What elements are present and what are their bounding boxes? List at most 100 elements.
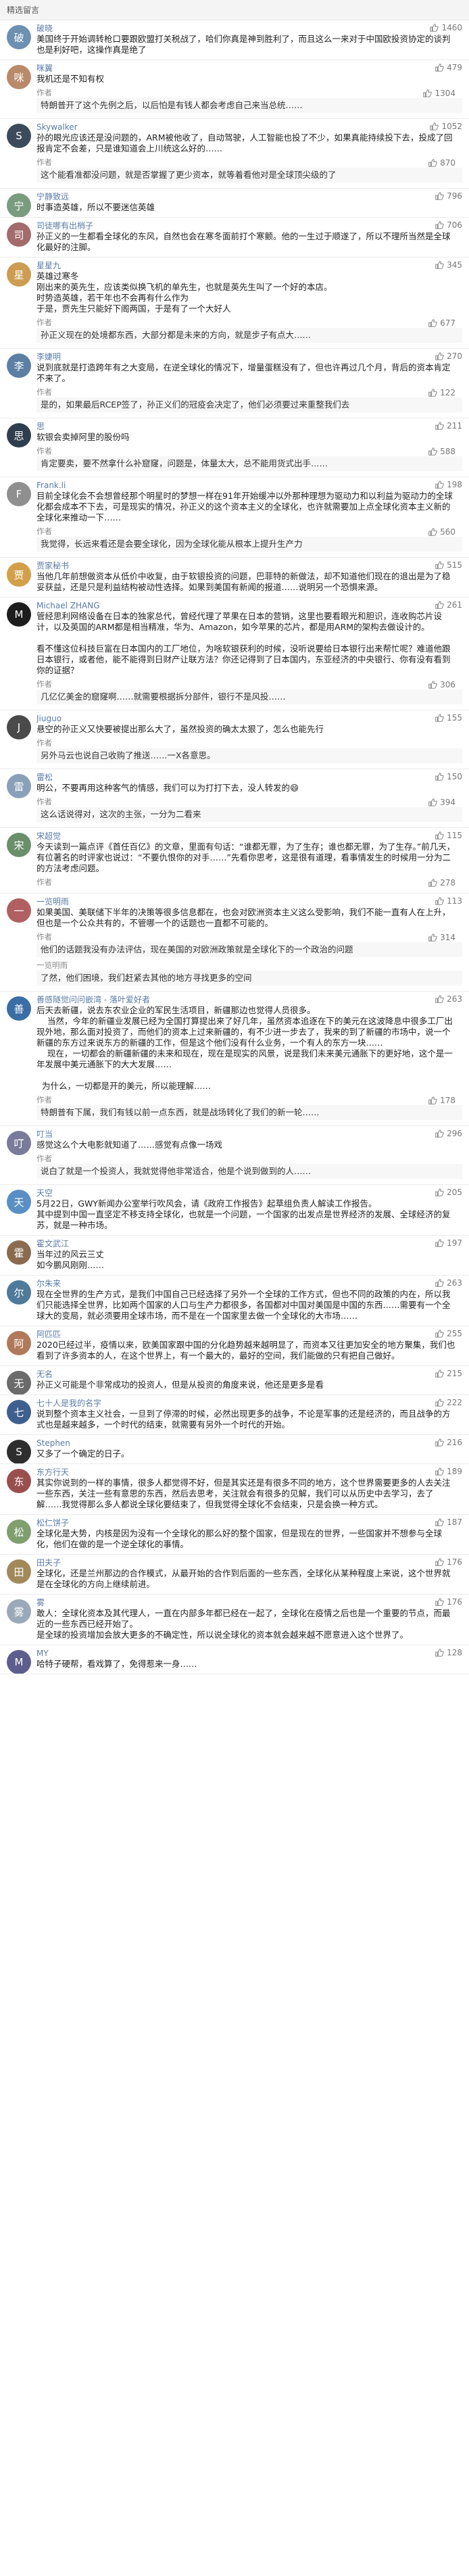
reply-like-button[interactable]: 278 [428, 878, 455, 888]
like-button[interactable]: 189 [435, 1467, 462, 1476]
like-button[interactable]: 211 [435, 421, 462, 431]
like-button[interactable]: 263 [435, 1278, 462, 1288]
commenter-name[interactable]: Jiuguo [36, 713, 374, 724]
avatar[interactable]: F [7, 482, 31, 506]
commenter-name[interactable]: 思 [36, 421, 374, 432]
like-button[interactable]: 270 [435, 351, 462, 361]
like-button[interactable]: 345 [435, 260, 462, 270]
like-button[interactable]: 263 [435, 994, 462, 1004]
avatar[interactable]: M [7, 602, 31, 627]
avatar[interactable]: 一 [7, 898, 31, 923]
reply-like-button[interactable]: 560 [428, 527, 455, 537]
like-button[interactable]: 187 [435, 1517, 462, 1527]
commenter-name[interactable]: 星星九 [36, 260, 374, 271]
commenter-name[interactable]: 叮当 [36, 1129, 374, 1140]
commenter-name[interactable]: 天空 [36, 1188, 374, 1198]
commenter-name[interactable]: Skywalker [36, 122, 374, 132]
like-button[interactable]: 706 [435, 220, 462, 230]
avatar[interactable]: J [7, 715, 31, 739]
avatar[interactable]: 无 [7, 1371, 31, 1394]
avatar[interactable]: 田 [7, 1559, 31, 1584]
like-button[interactable]: 255 [435, 1329, 462, 1338]
commenter-name[interactable]: 咪翼 [36, 63, 374, 74]
like-button[interactable]: 198 [435, 480, 462, 489]
avatar[interactable]: 雷 [7, 774, 31, 798]
commenter-name[interactable]: 七十人是我的名字 [36, 1398, 374, 1409]
avatar[interactable]: M [7, 1650, 31, 1674]
reply-like-button[interactable]: 1304 [422, 89, 455, 98]
avatar[interactable]: 松 [7, 1520, 31, 1544]
commenter-name[interactable]: 李婕明 [36, 351, 374, 362]
avatar[interactable]: 善 [7, 996, 31, 1021]
avatar[interactable]: 贾 [7, 562, 31, 587]
commenter-name[interactable]: 宁静致远 [36, 191, 374, 202]
avatar[interactable]: 霍 [7, 1240, 31, 1265]
avatar[interactable]: 尔 [7, 1280, 31, 1305]
like-button[interactable]: 128 [435, 1648, 462, 1657]
reply-like-button[interactable]: 394 [428, 798, 455, 807]
commenter-name[interactable]: 尔朱来 [36, 1278, 374, 1289]
like-button[interactable]: 113 [435, 896, 462, 906]
commenter-name[interactable]: 破晓 [36, 23, 374, 34]
commenter-name[interactable]: 宋超觉 [36, 831, 374, 842]
like-button[interactable]: 205 [435, 1188, 462, 1197]
like-button[interactable]: 1460 [429, 23, 462, 32]
like-button[interactable]: 222 [435, 1398, 462, 1407]
avatar[interactable]: 雾 [7, 1599, 31, 1624]
avatar-initial: F [16, 488, 22, 500]
avatar[interactable]: 咪 [7, 65, 31, 89]
commenter-name[interactable]: 霍文武江 [36, 1238, 374, 1249]
avatar[interactable]: 天 [7, 1190, 31, 1214]
like-button[interactable]: 150 [435, 772, 462, 781]
like-button[interactable]: 796 [435, 191, 462, 201]
avatar[interactable]: 李 [7, 354, 31, 378]
commenter-name[interactable]: 阿匹匹 [36, 1329, 374, 1340]
commenter-name[interactable]: 田夫子 [36, 1557, 374, 1568]
commenter-name[interactable]: 松仁饼子 [36, 1517, 374, 1528]
commenter-name[interactable]: 司徒哪有出梢子 [36, 220, 374, 231]
like-button[interactable]: 515 [435, 560, 462, 570]
commenter-name[interactable]: 一览明雨 [36, 896, 374, 907]
avatar[interactable]: 阿 [7, 1331, 31, 1355]
commenter-name[interactable]: Stephen [36, 1438, 374, 1449]
reply-like-button[interactable]: 870 [428, 158, 455, 168]
comment-item: J 155 Jiuguo 悬空的孙正义又快要被提出那么大了，虽然投资的确太太狠了… [0, 710, 469, 769]
avatar[interactable]: 七 [7, 1400, 31, 1424]
commenter-name[interactable]: 善感隧觉问问嵌湾 - 落叶爱好者 [36, 994, 374, 1005]
avatar[interactable]: 司 [7, 222, 31, 247]
avatar[interactable]: 思 [7, 423, 31, 447]
like-button[interactable]: 1052 [429, 122, 462, 131]
like-button[interactable]: 115 [435, 831, 462, 840]
avatar[interactable]: S [7, 124, 31, 148]
commenter-name[interactable]: 无名 [36, 1369, 374, 1380]
like-button[interactable]: 261 [435, 600, 462, 610]
avatar[interactable]: 宋 [7, 833, 31, 857]
reply-like-button[interactable]: 178 [428, 1096, 455, 1105]
reply-like-button[interactable]: 122 [428, 388, 455, 397]
like-button[interactable]: 479 [435, 63, 462, 72]
commenter-name[interactable]: Frank.li [36, 480, 374, 491]
like-button[interactable]: 155 [435, 713, 462, 723]
commenter-name[interactable]: MY [36, 1648, 374, 1659]
like-button[interactable]: 176 [435, 1597, 462, 1607]
commenter-name[interactable]: 雾 [36, 1597, 374, 1608]
like-button[interactable]: 216 [435, 1438, 462, 1447]
reply-like-button[interactable]: 677 [428, 318, 455, 328]
commenter-name[interactable]: 东方行天 [36, 1467, 374, 1478]
reply-like-button[interactable]: 314 [428, 933, 455, 942]
avatar[interactable]: 星 [7, 262, 31, 287]
reply-like-button[interactable]: 306 [428, 680, 455, 689]
reply-like-button[interactable]: 588 [428, 447, 455, 456]
avatar[interactable]: S [7, 1440, 31, 1463]
commenter-name[interactable]: Michael ZHANG [36, 600, 374, 611]
avatar[interactable]: 东 [7, 1469, 31, 1493]
avatar[interactable]: 叮 [7, 1131, 31, 1155]
commenter-name[interactable]: 雷松 [36, 772, 374, 783]
avatar[interactable]: 破 [7, 25, 31, 49]
like-button[interactable]: 296 [435, 1129, 462, 1138]
like-button[interactable]: 215 [435, 1369, 462, 1378]
like-button[interactable]: 176 [435, 1557, 462, 1567]
commenter-name[interactable]: 贾家秘书 [36, 560, 374, 571]
like-button[interactable]: 197 [435, 1238, 462, 1248]
avatar[interactable]: 宁 [7, 193, 31, 217]
